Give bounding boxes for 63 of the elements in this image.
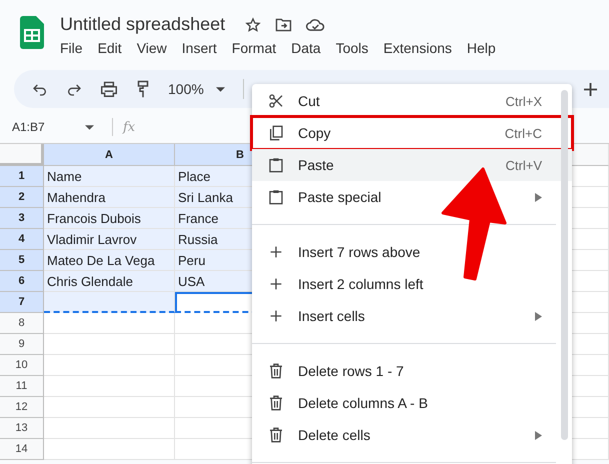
row-header[interactable]: 4	[0, 229, 44, 250]
menu-item[interactable]: View	[136, 40, 167, 56]
paint-roller-icon[interactable]	[136, 80, 150, 98]
row-header[interactable]: 11	[0, 376, 44, 397]
row-header[interactable]: 5	[0, 250, 44, 271]
row-header[interactable]: 2	[0, 187, 44, 208]
trash-icon	[268, 427, 284, 443]
spreadsheet-logo-icon[interactable]	[20, 16, 44, 49]
row-header[interactable]: 9	[0, 334, 44, 355]
row-header[interactable]: 8	[0, 313, 44, 334]
menu-item[interactable]: File	[60, 40, 83, 56]
column-header[interactable]: A	[44, 144, 175, 166]
plus-icon[interactable]	[584, 82, 597, 96]
scissors-icon	[268, 93, 284, 109]
print-icon[interactable]	[100, 81, 118, 97]
row-header[interactable]: 14	[0, 439, 44, 460]
row-header[interactable]: 12	[0, 397, 44, 418]
trash-icon	[268, 395, 284, 411]
scrollbar[interactable]	[561, 90, 568, 440]
row-header[interactable]: 7	[0, 292, 44, 313]
row-header[interactable]: 6	[0, 271, 44, 292]
context-menu-item[interactable]: Delete rows 1 - 7	[252, 355, 572, 387]
table-cell[interactable]: Chris Glendale	[44, 271, 175, 292]
submenu-arrow-icon	[535, 430, 542, 440]
name-box[interactable]: A1:B7	[0, 120, 102, 134]
table-cell[interactable]: Mahendra	[44, 187, 175, 208]
submenu-arrow-icon	[535, 312, 542, 320]
plus-icon	[268, 244, 284, 260]
zoom-dropdown[interactable]: 100%	[168, 81, 225, 97]
context-menu-item[interactable]: Cut Ctrl+X	[252, 85, 572, 117]
submenu-arrow-icon	[535, 192, 542, 202]
menu-item[interactable]: Insert	[182, 40, 217, 56]
row-header[interactable]: 10	[0, 355, 44, 376]
context-menu-item[interactable]: Insert cells	[252, 300, 572, 332]
menu-item[interactable]: Help	[466, 40, 496, 56]
caret-icon	[85, 124, 94, 130]
menu-item[interactable]: Extensions	[383, 40, 452, 56]
trash-icon	[268, 363, 284, 379]
row-header[interactable]: 1	[0, 166, 44, 187]
table-cell[interactable]: Name	[44, 166, 175, 187]
context-menu-item[interactable]: Delete columns A - B	[252, 387, 572, 419]
context-menu-item[interactable]: Delete cells	[252, 419, 572, 451]
menu-item[interactable]: Edit	[98, 40, 122, 56]
table-cell[interactable]: Vladimir Lavrov	[44, 229, 175, 250]
row-header[interactable]: 3	[0, 208, 44, 229]
plus-icon	[268, 276, 284, 292]
menu-item[interactable]: Data	[291, 40, 321, 56]
context-menu-item[interactable]: Paste Ctrl+V	[252, 149, 572, 181]
clipboard-icon	[268, 189, 284, 205]
row-header[interactable]: 13	[0, 418, 44, 439]
clipboard-icon	[268, 157, 284, 173]
plus-icon	[268, 308, 284, 324]
star-icon[interactable]	[245, 16, 262, 32]
document-title[interactable]: Untitled spreadsheet	[60, 14, 226, 35]
cloud-check-icon[interactable]	[306, 18, 326, 32]
menu-item[interactable]: Format	[232, 40, 276, 56]
table-cell[interactable]: Francois Dubois	[44, 208, 175, 229]
folder-icon[interactable]	[275, 18, 292, 32]
table-cell[interactable]: Mateo De La Vega	[44, 250, 175, 271]
formula-label: fx	[123, 120, 136, 134]
menu-item[interactable]: Tools	[336, 40, 368, 56]
copy-icon	[268, 125, 284, 141]
caret-icon	[216, 86, 225, 92]
